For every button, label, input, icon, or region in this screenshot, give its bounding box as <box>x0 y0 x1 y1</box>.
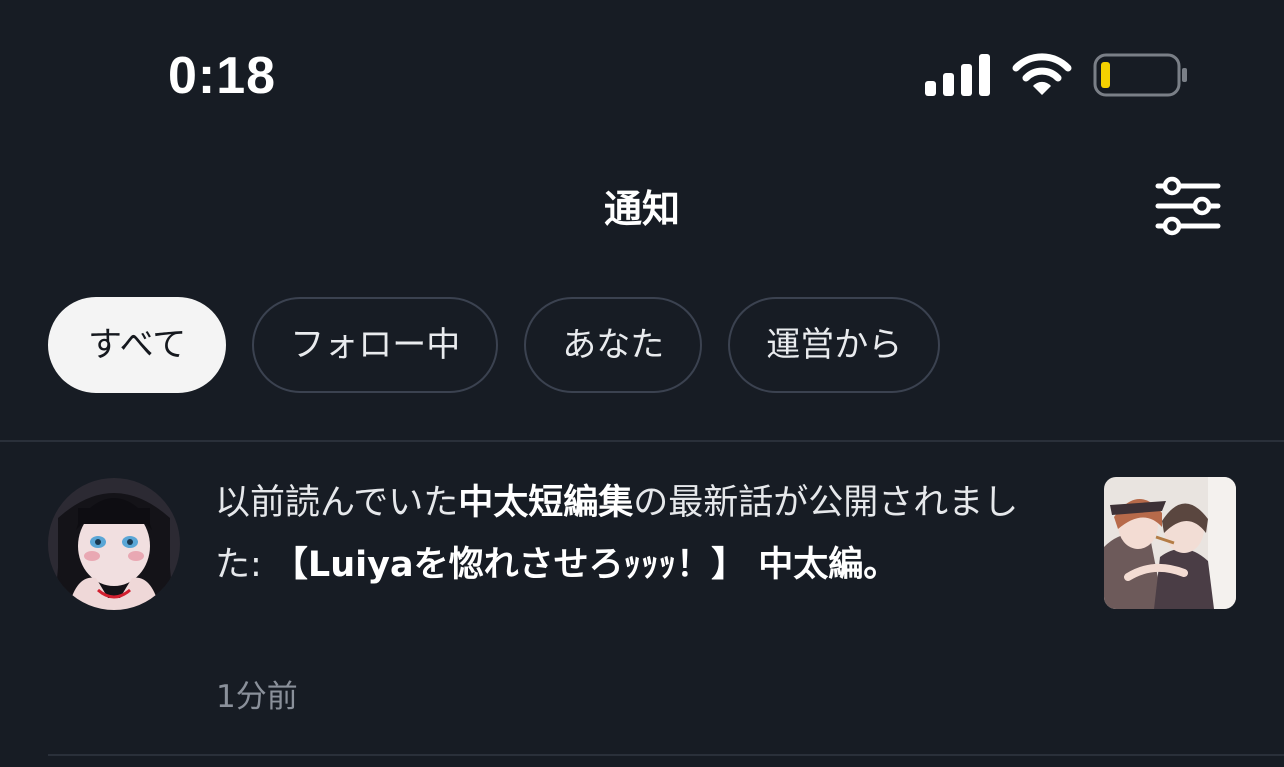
sliders-icon[interactable] <box>1150 176 1226 240</box>
wifi-icon <box>1012 53 1072 95</box>
work-thumbnail[interactable] <box>1104 477 1236 609</box>
tab-following[interactable]: フォロー中 <box>252 297 499 393</box>
status-time: 0:18 <box>168 47 277 105</box>
episode-title: 【Luiyaを惚れさせろｯｯｯ！】 中太編。 <box>272 545 899 585</box>
battery-icon <box>1093 53 1187 97</box>
notification-message: 以前読んでいた中太短編集の最新話が公開されました: 【Luiyaを惚れさせろｯｯ… <box>215 472 1025 596</box>
status-bar: 0:18 <box>0 0 1284 150</box>
page-title: 通知 <box>603 187 680 231</box>
tab-official[interactable]: 運営から <box>728 297 941 393</box>
notification-timestamp: 1分前 <box>216 679 298 715</box>
signal-icon <box>925 54 990 96</box>
filter-tabs: すべて フォロー中 あなた 運営から <box>48 297 941 393</box>
avatar[interactable] <box>48 478 180 610</box>
tab-you[interactable]: あなた <box>524 297 703 393</box>
work-title: 中太短編集 <box>458 483 634 523</box>
tab-all[interactable]: すべて <box>48 297 227 393</box>
notification-item[interactable]: 以前読んでいた中太短編集の最新話が公開されました: 【Luiyaを惚れさせろｯｯ… <box>0 442 1284 754</box>
divider <box>48 754 1284 756</box>
message-prefix: 以前読んでいた <box>215 483 459 523</box>
